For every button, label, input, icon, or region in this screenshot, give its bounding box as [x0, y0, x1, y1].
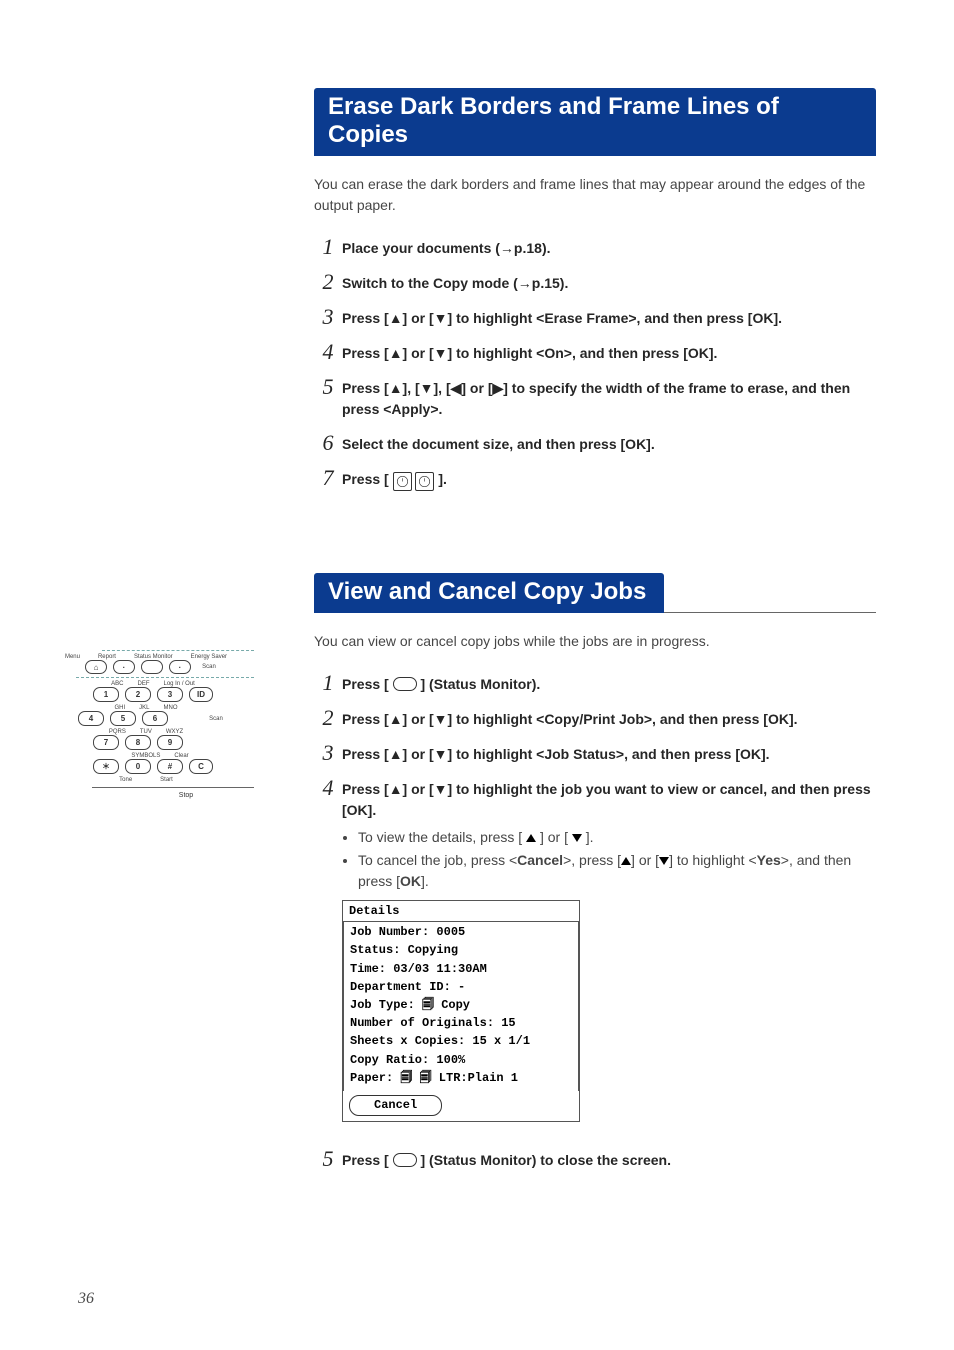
- start-button-color-icon: [415, 472, 434, 491]
- keypad-7: 7: [93, 735, 119, 750]
- step-b1: 1 Press [ ] (Status Monitor).: [314, 674, 876, 695]
- keypad-5: 5: [110, 711, 136, 726]
- keypad-hash: #: [157, 759, 183, 774]
- step-b4: 4 Press [▲] or [▼] to highlight the job …: [314, 779, 876, 1136]
- step-a6: 6 Select the document size, and then pre…: [314, 434, 876, 455]
- details-row: Job Type: 🗐 Copy: [344, 996, 578, 1014]
- up-arrow-icon: [526, 834, 536, 842]
- status-monitor-icon: [393, 1153, 417, 1167]
- menu-key-icon: ⌂: [85, 660, 107, 674]
- section-intro-b: You can view or cancel copy jobs while t…: [314, 631, 876, 652]
- id-key: ID: [189, 687, 213, 702]
- section-title-text-b: View and Cancel Copy Jobs: [314, 573, 664, 613]
- section-title-text: Erase Dark Borders and Frame Lines of Co…: [314, 88, 876, 156]
- details-panel: Details Job Number: 0005 Status: Copying…: [342, 900, 580, 1122]
- step-a2: 2 Switch to the Copy mode (→p.15).: [314, 273, 876, 294]
- cancel-chip: Cancel: [349, 1095, 442, 1116]
- control-panel-thumbnail: Menu Report Status Monitor Energy Saver …: [52, 650, 254, 802]
- step-a3: 3 Press [▲] or [▼] to highlight <Erase F…: [314, 308, 876, 329]
- status-monitor-key-icon: [141, 660, 163, 674]
- keypad-star: ＊: [93, 759, 119, 774]
- details-row: Sheets x Copies: 15 x 1/1: [344, 1032, 578, 1050]
- keypad-4: 4: [78, 711, 104, 726]
- step-b4-bullets: To view the details, press [ ] or [ ]. T…: [342, 827, 876, 892]
- keypad-6: 6: [142, 711, 168, 726]
- keypad-3: 3: [157, 687, 183, 702]
- step-a1: 1 Place your documents (→p.18).: [314, 238, 876, 259]
- details-row: Copy Ratio: 100%: [344, 1051, 578, 1069]
- energy-saver-key-icon: ·: [169, 660, 191, 674]
- up-arrow-icon: [621, 857, 631, 865]
- keypad-1: 1: [93, 687, 119, 702]
- step-b5: 5 Press [ ] (Status Monitor) to close th…: [314, 1150, 876, 1171]
- page-number: 36: [78, 1290, 94, 1308]
- step-a4: 4 Press [▲] or [▼] to highlight <On>, an…: [314, 343, 876, 364]
- details-row: Paper: 🗐 🗐 LTR:Plain 1: [344, 1069, 578, 1087]
- details-row: Number of Originals: 15: [344, 1014, 578, 1032]
- keypad-2: 2: [125, 687, 151, 702]
- details-header: Details: [343, 901, 579, 922]
- step-a5: 5 Press [▲], [▼], [◀] or [▶] to specify …: [314, 378, 876, 420]
- details-row: Time: 03/03 11:30AM: [344, 960, 578, 978]
- keypad-9: 9: [157, 735, 183, 750]
- details-row: Job Number: 0005: [344, 923, 578, 941]
- step-b2: 2 Press [▲] or [▼] to highlight <Copy/Pr…: [314, 709, 876, 730]
- section-heading-erase: Erase Dark Borders and Frame Lines of Co…: [314, 88, 876, 156]
- step-a7: 7 Press [ ].: [314, 469, 876, 491]
- down-arrow-icon: [572, 834, 582, 842]
- report-key-icon: ·: [113, 660, 135, 674]
- step-b3: 3 Press [▲] or [▼] to highlight <Job Sta…: [314, 744, 876, 765]
- section-intro-a: You can erase the dark borders and frame…: [314, 174, 876, 216]
- start-button-bw-icon: [393, 472, 412, 491]
- details-row: Department ID: -: [344, 978, 578, 996]
- status-monitor-icon: [393, 677, 417, 691]
- clear-key: C: [189, 759, 213, 774]
- keypad-8: 8: [125, 735, 151, 750]
- section-heading-view-cancel: View and Cancel Copy Jobs: [314, 573, 876, 613]
- details-row: Status: Copying: [344, 941, 578, 959]
- keypad-0: 0: [125, 759, 151, 774]
- down-arrow-icon: [659, 857, 669, 865]
